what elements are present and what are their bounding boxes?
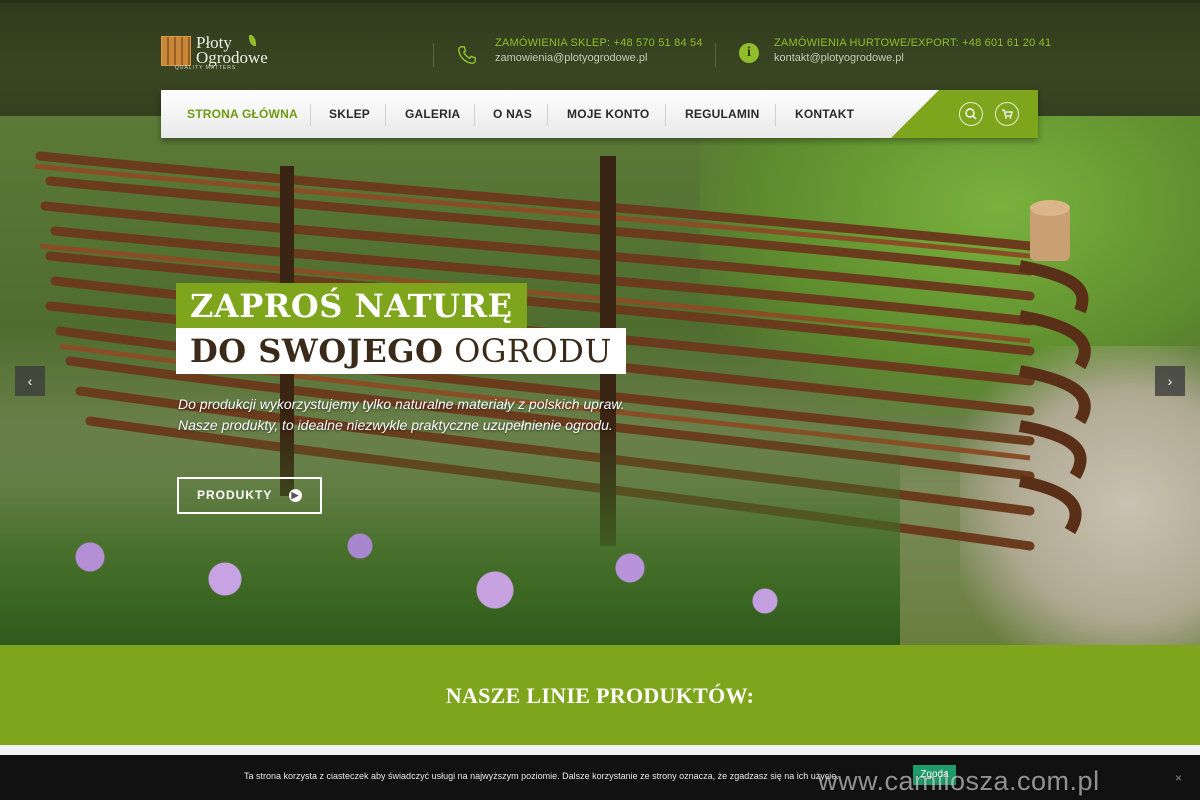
nav-item-contact[interactable]: KONTAKT (795, 90, 854, 138)
nav-item-account[interactable]: MOJE KONTO (567, 90, 649, 138)
info-icon: i (739, 43, 759, 63)
arrow-right-icon: ▶ (289, 489, 302, 502)
hero-description-line1: Do produkcji wykorzystujemy tylko natura… (178, 396, 625, 412)
nav-divider (310, 104, 311, 126)
nav-item-shop[interactable]: SKLEP (329, 90, 370, 138)
products-button[interactable]: PRODUKTY ▶ (177, 477, 322, 514)
section-divider (0, 745, 1200, 755)
slider-next-button[interactable]: › (1155, 366, 1185, 396)
nav-item-terms[interactable]: REGULAMIN (685, 90, 759, 138)
main-navigation: STRONA GŁÓWNA SKLEP GALERIA O NAS MOJE K… (161, 90, 1038, 138)
nav-item-gallery[interactable]: GALERIA (405, 90, 460, 138)
search-icon (965, 108, 977, 120)
nav-divider (385, 104, 386, 126)
nav-item-home[interactable]: STRONA GŁÓWNA (187, 90, 298, 138)
slider-prev-button[interactable]: ‹ (15, 366, 45, 396)
hero-title-line2-light: OGRODU (454, 332, 612, 370)
hero-description-line2: Nasze produkty, to idealne niezwykle pra… (178, 417, 613, 433)
shop-orders-email[interactable]: zamowienia@plotyogrodowe.pl (495, 52, 647, 64)
nav-divider (474, 104, 475, 126)
nav-divider (775, 104, 776, 126)
logo[interactable]: Płoty Ogrodowe QUALITY MATTERS (161, 33, 281, 73)
cookie-message: Ta strona korzysta z ciasteczek aby świa… (244, 771, 839, 781)
logo-fence-icon (161, 36, 191, 66)
wholesale-orders-label: ZAMÓWIENIA HURTOWE/EXPORT: +48 601 61 20… (774, 37, 1052, 49)
phone-icon (456, 44, 478, 66)
wholesale-orders-email[interactable]: kontakt@plotyogrodowe.pl (774, 52, 904, 64)
hero-slider: ‹ › ZAPROŚ NATURĘ DO SWOJEGO OGRODU Do p… (0, 116, 1200, 645)
cart-icon (1002, 109, 1013, 119)
leaf-icon (249, 35, 256, 46)
nav-divider (665, 104, 666, 126)
hero-description: Do produkcji wykorzystujemy tylko natura… (178, 394, 698, 436)
hero-foreground-flowers (0, 425, 900, 645)
nav-divider (547, 104, 548, 126)
hero-title-line2: DO SWOJEGO OGRODU (176, 328, 626, 374)
products-button-label: PRODUKTY (197, 488, 273, 502)
watermark: www.camilosza.com.pl (818, 766, 1100, 796)
shop-orders-label: ZAMÓWIENIA SKLEP: +48 570 51 84 54 (495, 37, 703, 49)
product-lines-title: NASZE LINIE PRODUKTÓW: (445, 683, 755, 708)
nav-item-about[interactable]: O NAS (493, 90, 532, 138)
product-lines-section: NASZE LINIE PRODUKTÓW: (0, 645, 1200, 745)
search-button[interactable] (959, 102, 983, 126)
header-divider (715, 43, 716, 67)
header-divider (433, 43, 434, 67)
hero-title-line1: ZAPROŚ NATURĘ (176, 283, 527, 329)
logo-tagline: QUALITY MATTERS (175, 65, 237, 71)
close-icon[interactable]: × (1175, 771, 1182, 785)
hero-title-line2-bold: DO SWOJEGO (190, 332, 444, 370)
cart-button[interactable] (995, 102, 1019, 126)
